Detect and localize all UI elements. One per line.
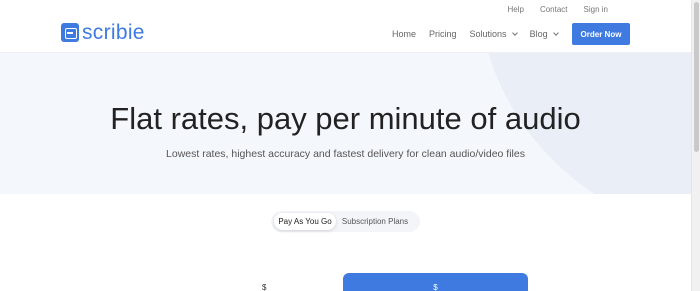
order-now-button[interactable]: Order Now (572, 23, 630, 45)
site-header: Help Contact Sign in scribie Home Pricin… (0, 0, 691, 53)
nav-blog-label: Blog (529, 29, 548, 39)
nav-pricing[interactable]: Pricing (429, 29, 457, 39)
nav-home[interactable]: Home (392, 29, 416, 39)
help-link[interactable]: Help (508, 5, 524, 14)
chevron-down-icon (511, 29, 518, 36)
hero-section: Flat rates, pay per minute of audio Lowe… (0, 53, 691, 194)
scrollbar-thumb[interactable] (694, 2, 699, 152)
nav-blog[interactable]: Blog (529, 29, 559, 39)
nav-home-label: Home (392, 29, 417, 39)
brand-logo[interactable]: scribie (61, 22, 145, 43)
brand-name: scribie (82, 21, 145, 44)
sign-in-link[interactable]: Sign in (584, 5, 608, 14)
main-nav: Home Pricing Solutions Blog (392, 29, 559, 39)
hero-subtitle: Lowest rates, highest accuracy and faste… (166, 148, 525, 160)
tab-pay-as-you-go[interactable]: Pay As You Go (274, 213, 336, 230)
nav-solutions[interactable]: Solutions (469, 29, 518, 39)
contact-link[interactable]: Contact (540, 5, 568, 14)
vertical-scrollbar[interactable] (691, 0, 700, 291)
featured-pricing-card: $ (343, 273, 528, 291)
basic-card-currency: $ (262, 283, 267, 291)
featured-card-currency: $ (433, 283, 438, 291)
nav-solutions-label: Solutions (469, 29, 507, 39)
nav-pricing-label: Pricing (429, 29, 457, 39)
tab-subscription-plans[interactable]: Subscription Plans (336, 213, 414, 230)
utility-nav: Help Contact Sign in (508, 5, 609, 14)
scribie-logo-icon (61, 23, 79, 42)
pricing-plan-toggle: Pay As You Go Subscription Plans (271, 211, 420, 232)
chevron-down-icon (552, 29, 559, 36)
hero-title: Flat rates, pay per minute of audio (110, 101, 581, 136)
